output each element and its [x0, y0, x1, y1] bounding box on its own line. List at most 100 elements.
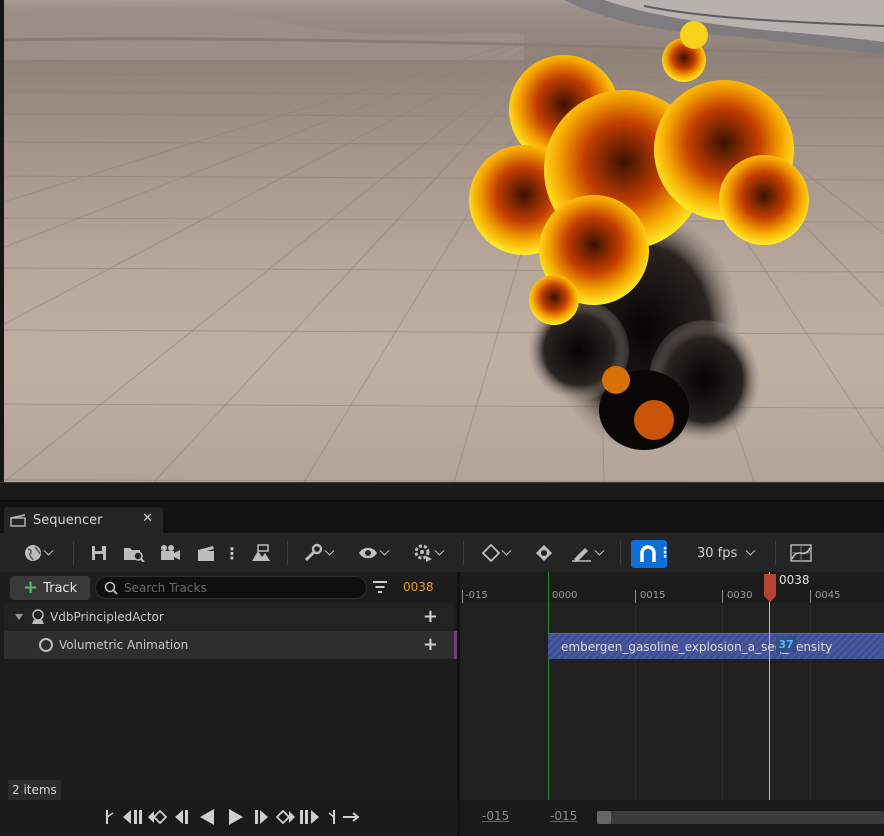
add-track-button[interactable]: + Track: [10, 576, 90, 600]
close-icon[interactable]: ✕: [142, 511, 153, 526]
key-type-button[interactable]: [478, 541, 514, 565]
tab-bar: Sequencer ✕: [0, 502, 884, 533]
play-icon[interactable]: [228, 808, 244, 826]
clapper-button[interactable]: [195, 541, 217, 565]
frame-rate-dropdown[interactable]: 30 fps: [697, 541, 756, 565]
animation-section[interactable]: embergen_gasoline_explosion_a_seq_densit…: [548, 633, 884, 659]
timeline-area[interactable]: -015 0000 0015 0030 0045 embergen_gasoli…: [460, 572, 884, 802]
clapper-icon: [198, 546, 214, 561]
track-label: VdbPrincipledActor: [50, 610, 164, 624]
sequencer-toolbar: ⋮ ⋮ 30 fps: [0, 533, 884, 572]
step-back-icon[interactable]: [173, 809, 189, 825]
wrench-icon: [304, 543, 323, 562]
plus-icon: +: [23, 577, 39, 598]
step-forward-icon[interactable]: [254, 809, 270, 825]
snap-toggle[interactable]: ⋮: [631, 540, 672, 568]
ruler-tick: [810, 590, 811, 603]
tick-label: -015: [465, 590, 488, 601]
clapper-icon: [10, 513, 26, 527]
playhead-label: 0038: [779, 573, 810, 587]
view-end-field[interactable]: -015: [550, 809, 577, 823]
items-count: 2 items: [8, 780, 61, 800]
ruler-tick: [462, 590, 463, 603]
toolbar-separator: [620, 541, 621, 565]
tab-title: Sequencer: [33, 512, 103, 528]
key-icon: [482, 544, 500, 562]
camera-icon: [161, 545, 180, 560]
view-range-bar: -015 -015: [460, 800, 884, 836]
current-frame-field[interactable]: 0038: [403, 580, 434, 594]
tick-label: 0015: [640, 590, 666, 601]
filter-icon[interactable]: [372, 579, 388, 595]
world-icon: [25, 545, 41, 561]
more-vertical-icon[interactable]: ⋮: [658, 545, 672, 561]
toolbar-separator: [463, 541, 464, 565]
go-to-end-icon[interactable]: [328, 809, 338, 825]
track-outliner: + Track Search Tracks 0038 VdbPrincipled…: [0, 572, 458, 836]
go-to-start-icon[interactable]: [104, 809, 114, 825]
viewport-border: [0, 482, 884, 500]
add-icon[interactable]: +: [423, 606, 438, 627]
transport-controls: [0, 800, 458, 832]
ruler-tick: [635, 590, 636, 603]
view-options-button[interactable]: [355, 541, 391, 565]
render-movie-button[interactable]: [250, 541, 272, 565]
world-button[interactable]: [18, 541, 58, 565]
ruler-tick: [722, 590, 723, 603]
playback-options-button[interactable]: [409, 541, 447, 565]
gear-icon: [414, 544, 432, 562]
tick-label: 0045: [815, 590, 841, 601]
auto-key-icon: [536, 545, 552, 561]
explosion-volume: [469, 21, 809, 450]
edit-mode-button[interactable]: [568, 541, 606, 565]
auto-key-button[interactable]: [533, 541, 555, 565]
track-label: Volumetric Animation: [59, 638, 189, 652]
tab-sequencer[interactable]: Sequencer ✕: [4, 507, 163, 533]
sequencer-panel: Sequencer ✕ ⋮ ⋮ 30 fps + Track Search Tr…: [0, 500, 884, 836]
previous-frame-icon[interactable]: [122, 809, 144, 825]
loop-mode-icon[interactable]: [342, 810, 360, 824]
save-button[interactable]: [88, 541, 110, 565]
keyframe-badge: 37: [776, 636, 796, 652]
actor-icon: [32, 609, 44, 624]
playback-start-marker[interactable]: [548, 572, 549, 802]
camera-button[interactable]: [159, 541, 181, 565]
fps-label: 30 fps: [697, 545, 738, 561]
timeline-scrollbar[interactable]: [597, 811, 884, 824]
level-viewport[interactable]: [4, 0, 884, 482]
next-frame-icon[interactable]: [299, 809, 321, 825]
render-movie-icon: [252, 544, 270, 561]
more-vertical-icon[interactable]: ⋮: [224, 541, 240, 565]
collapse-arrow-icon[interactable]: [14, 613, 24, 621]
track-circle-icon: [39, 638, 53, 652]
next-key-icon[interactable]: [276, 809, 296, 825]
add-icon[interactable]: +: [423, 634, 438, 655]
add-track-label: Track: [43, 580, 78, 596]
save-icon: [92, 546, 106, 560]
toolbar-separator: [775, 541, 776, 565]
search-icon: [104, 581, 118, 595]
find-asset-button[interactable]: [123, 541, 145, 565]
scrollbar-thumb[interactable]: [597, 811, 611, 824]
curve-editor-button[interactable]: [789, 541, 813, 565]
search-tracks-input[interactable]: Search Tracks: [95, 576, 367, 599]
tick-label: 0000: [552, 590, 578, 601]
tools-button[interactable]: [300, 541, 336, 565]
track-row-actor[interactable]: VdbPrincipledActor +: [4, 603, 454, 631]
track-row-volumetric-animation[interactable]: Volumetric Animation +: [4, 631, 458, 659]
play-reverse-icon[interactable]: [199, 808, 215, 826]
eye-icon: [359, 547, 377, 559]
curve-editor-icon: [790, 544, 812, 562]
toolbar-separator: [287, 541, 288, 565]
view-start-field[interactable]: -015: [482, 809, 509, 823]
playhead-handle[interactable]: [764, 574, 776, 602]
toolbar-separator: [73, 541, 74, 565]
previous-key-icon[interactable]: [147, 809, 167, 825]
time-ruler[interactable]: -015 0000 0015 0030 0045: [460, 572, 884, 603]
brush-icon: [572, 548, 591, 562]
find-asset-icon: [124, 548, 145, 562]
playhead-line: [769, 572, 770, 802]
snap-magnet-icon: [640, 545, 656, 562]
tick-label: 0030: [727, 590, 753, 601]
search-placeholder: Search Tracks: [124, 580, 207, 595]
